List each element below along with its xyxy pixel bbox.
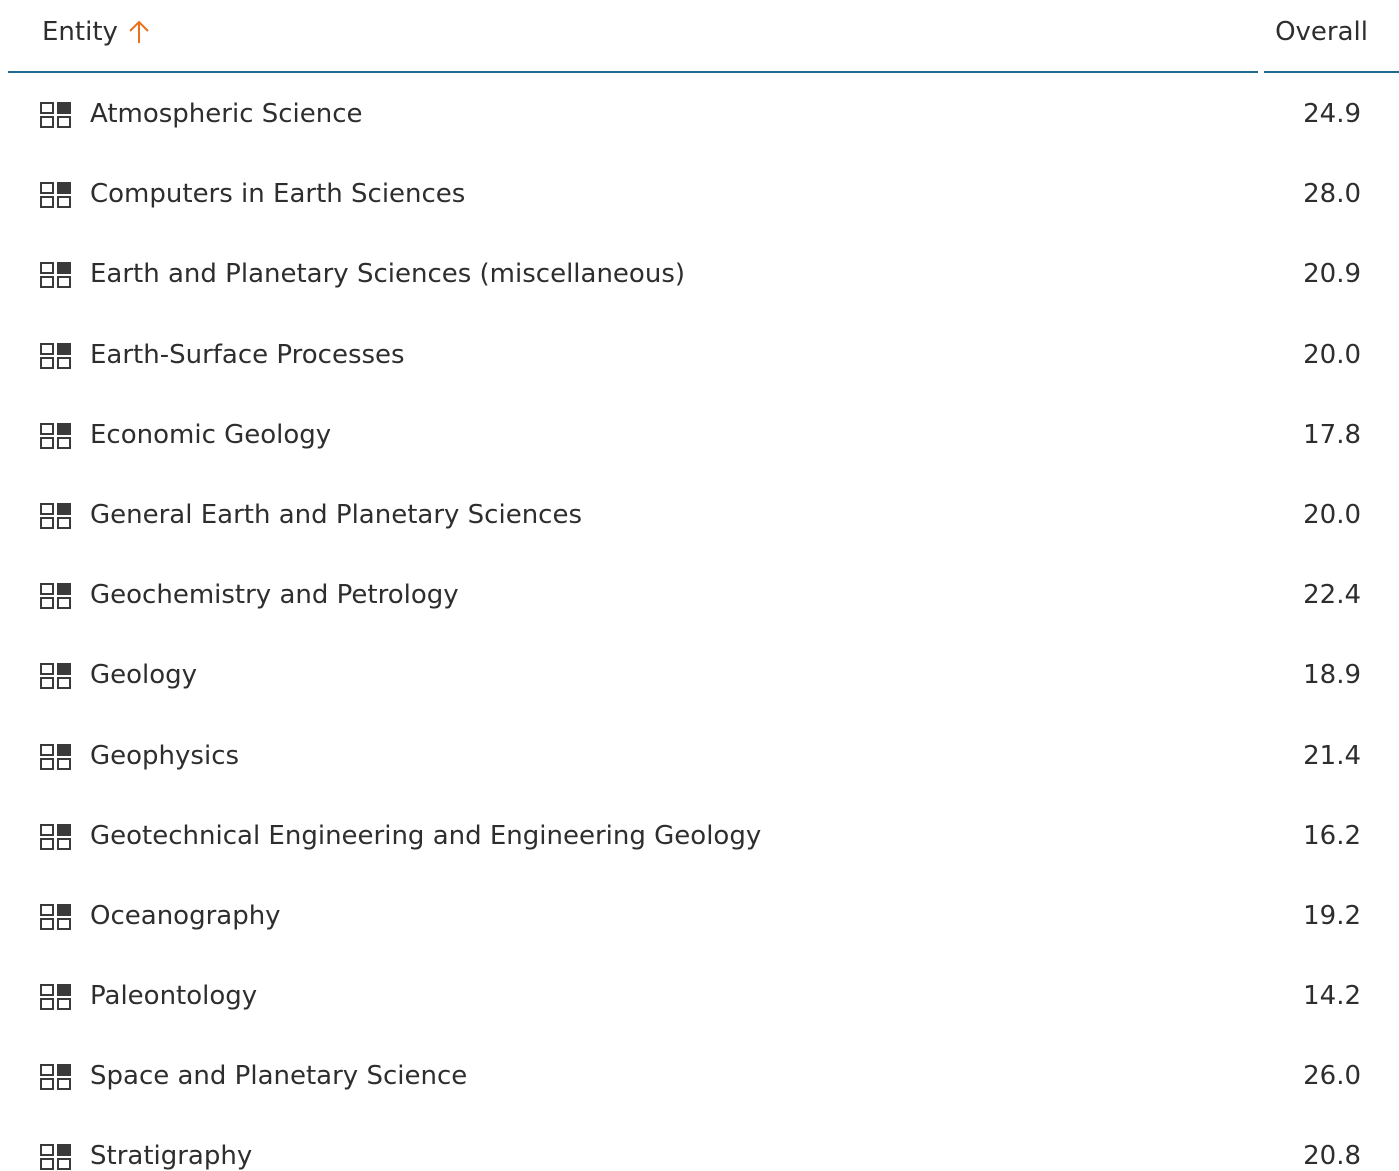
overall-value: 20.9	[1303, 259, 1361, 290]
overall-value: 14.2	[1303, 981, 1361, 1012]
grid-icon	[40, 422, 74, 449]
grid-icon	[40, 743, 74, 770]
table-row: Earth and Planetary Sciences (miscellane…	[0, 233, 1399, 313]
overall-value: 18.9	[1303, 660, 1361, 691]
grid-icon	[40, 182, 74, 209]
entity-name-link[interactable]: Paleontology	[90, 976, 257, 1016]
entity-column-header[interactable]: Entity	[42, 14, 150, 50]
grid-icon	[40, 663, 74, 690]
entity-list: Atmospheric Science 24.9 Computers in Ea…	[0, 73, 1399, 1171]
overall-value: 22.4	[1303, 580, 1361, 611]
table-row: Computers in Earth Sciences 28.0	[0, 153, 1399, 233]
table-row: Geotechnical Engineering and Engineering…	[0, 795, 1399, 875]
table-row: Earth-Surface Processes 20.0	[0, 314, 1399, 394]
entity-name-link[interactable]: Space and Planetary Science	[90, 1056, 467, 1096]
table-row: General Earth and Planetary Sciences 20.…	[0, 474, 1399, 554]
overall-value: 26.0	[1303, 1061, 1361, 1092]
table-row: Economic Geology 17.8	[0, 394, 1399, 474]
grid-icon	[40, 1144, 74, 1171]
table-row: Stratigraphy 20.8	[0, 1115, 1399, 1171]
overall-value: 19.2	[1303, 900, 1361, 931]
table-row: Space and Planetary Science 26.0	[0, 1035, 1399, 1115]
overall-value: 21.4	[1303, 740, 1361, 771]
table-row: Geology 18.9	[0, 634, 1399, 714]
grid-icon	[40, 903, 74, 930]
overall-value: 17.8	[1303, 419, 1361, 450]
arrow-up-icon[interactable]	[128, 19, 150, 45]
grid-icon	[40, 502, 74, 529]
entity-name-link[interactable]: Atmospheric Science	[90, 94, 363, 134]
entity-name-link[interactable]: Earth and Planetary Sciences (miscellane…	[90, 254, 685, 294]
overall-value: 24.9	[1303, 99, 1361, 129]
table-row: Paleontology 14.2	[0, 955, 1399, 1035]
grid-icon	[40, 262, 74, 289]
table-row: Geophysics 21.4	[0, 715, 1399, 795]
overall-value: 20.8	[1303, 1141, 1361, 1171]
grid-icon	[40, 102, 74, 128]
table-row: Atmospheric Science 24.9	[0, 73, 1399, 153]
overall-column-header[interactable]: Overall	[1275, 14, 1368, 50]
table-row: Oceanography 19.2	[0, 875, 1399, 955]
entity-name-link[interactable]: Geochemistry and Petrology	[90, 575, 459, 615]
entity-name-link[interactable]: Geotechnical Engineering and Engineering…	[90, 816, 761, 856]
table-header: Entity Overall	[0, 0, 1399, 73]
grid-icon	[40, 1064, 74, 1091]
grid-icon	[40, 823, 74, 850]
grid-icon	[40, 342, 74, 369]
entity-header-label: Entity	[42, 17, 118, 47]
entity-name-link[interactable]: General Earth and Planetary Sciences	[90, 495, 582, 535]
entity-name-link[interactable]: Oceanography	[90, 896, 281, 936]
grid-icon	[40, 583, 74, 610]
overall-value: 28.0	[1303, 179, 1361, 210]
overall-value: 16.2	[1303, 820, 1361, 851]
entity-name-link[interactable]: Geophysics	[90, 736, 239, 776]
overall-value: 20.0	[1303, 499, 1361, 530]
overall-value: 20.0	[1303, 339, 1361, 370]
entity-name-link[interactable]: Earth-Surface Processes	[90, 335, 405, 375]
grid-icon	[40, 984, 74, 1011]
entity-name-link[interactable]: Computers in Earth Sciences	[90, 174, 465, 214]
table-row: Geochemistry and Petrology 22.4	[0, 554, 1399, 634]
entity-name-link[interactable]: Stratigraphy	[90, 1136, 252, 1171]
entity-name-link[interactable]: Geology	[90, 655, 197, 695]
entity-name-link[interactable]: Economic Geology	[90, 415, 331, 455]
